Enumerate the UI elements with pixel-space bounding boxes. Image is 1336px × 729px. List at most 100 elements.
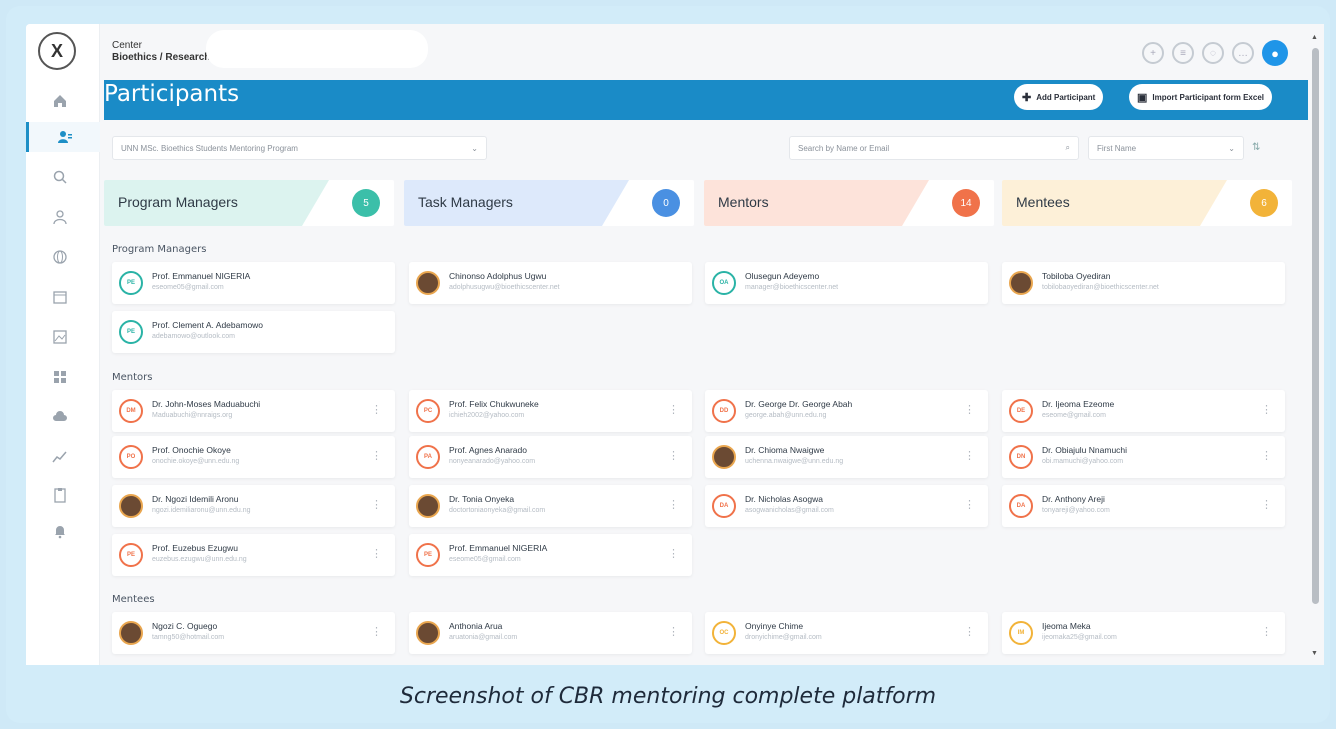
more-options-icon[interactable]: ⋮ (1261, 449, 1272, 462)
participant-name: Prof. Euzebus Ezugwu (152, 543, 238, 553)
stat-card[interactable]: Program Managers 5 (104, 180, 394, 226)
more-options-icon[interactable]: ⋮ (964, 498, 975, 511)
participant-card[interactable]: DN Dr. Obiajulu Nnamuchi obi.mamuchi@yahoo… (1002, 436, 1285, 478)
more-options-icon[interactable]: ⋮ (371, 625, 382, 638)
home-icon[interactable] (40, 86, 80, 116)
participant-card[interactable]: PA Prof. Agnes Anarado nonyeanarado@yahoo.… (409, 436, 692, 478)
participant-card[interactable]: PE Prof. Clement A. Adebamowo adebamowo@ou… (112, 311, 395, 353)
chevron-down-icon: ⌄ (471, 143, 478, 153)
scroll-down-icon[interactable]: ▼ (1311, 650, 1318, 657)
participant-card[interactable]: Chinonso Adolphus Ugwu adolphusugwu@bioet… (409, 262, 692, 304)
more-options-icon[interactable]: ⋮ (1261, 403, 1272, 416)
more-options-icon[interactable]: ⋮ (371, 403, 382, 416)
avatar (712, 445, 736, 469)
participants-icon[interactable] (26, 122, 100, 152)
participant-email: nonyeanarado@yahoo.com (449, 458, 536, 465)
more-options-icon[interactable]: ⋮ (371, 498, 382, 511)
scroll-thumb[interactable] (1312, 48, 1319, 604)
add-participant-label: Add Participant (1036, 92, 1096, 102)
cloud-icon[interactable] (40, 402, 80, 432)
participant-card[interactable]: Dr. Ngozi Idemili Aronu ngozi.idemiliaron… (112, 485, 395, 527)
more-options-icon[interactable]: ⋮ (668, 403, 679, 416)
scrollbar[interactable]: ▲ ▼ (1310, 34, 1320, 658)
participant-email: adolphusugwu@bioethicscenter.net (449, 284, 560, 291)
more-options-icon[interactable]: ⋮ (668, 547, 679, 560)
stat-card[interactable]: Mentees 6 (1002, 180, 1292, 226)
chat-icon[interactable]: … (1232, 42, 1254, 64)
participant-card[interactable]: PE Prof. Emmanuel NIGERIA eseome05@gmail.c… (409, 534, 692, 576)
more-options-icon[interactable]: ⋮ (964, 403, 975, 416)
stat-card[interactable]: Task Managers 0 (404, 180, 694, 226)
chart-icon[interactable] (40, 442, 80, 472)
participant-card[interactable]: Ngozi C. Oguego tamng50@hotmail.com ⋮ (112, 612, 395, 654)
participant-card[interactable]: DE Dr. Ijeoma Ezeome eseome@gmail.com ⋮ (1002, 390, 1285, 432)
brand-line1: Center (112, 40, 143, 51)
calendar-icon[interactable] (40, 282, 80, 312)
bell-circle-icon[interactable]: ◌ (1202, 42, 1224, 64)
brand-text: Center Bioethics / Research (112, 40, 210, 64)
participant-card[interactable]: PE Prof. Emmanuel NIGERIA eseome05@gmail.c… (112, 262, 395, 304)
participant-name: Ijeoma Meka (1042, 621, 1091, 631)
participant-email: Maduabuchi@nnraigs.org (152, 412, 233, 419)
participant-email: obi.mamuchi@yahoo.com (1042, 458, 1124, 465)
stat-card[interactable]: Mentors 14 (704, 180, 994, 226)
add-participant-button[interactable]: ✚ Add Participant (1014, 84, 1104, 110)
participant-card[interactable]: DM Dr. John-Moses Maduabuchi Maduabuchi@nn… (112, 390, 395, 432)
more-options-icon[interactable]: ⋮ (964, 625, 975, 638)
avatar (119, 621, 143, 645)
participant-card[interactable]: OA Olusegun Adeyemo manager@bioethicscente… (705, 262, 988, 304)
import-excel-button[interactable]: ▣ Import Participant form Excel (1129, 84, 1272, 110)
search-icon[interactable] (40, 162, 80, 192)
avatar (416, 271, 440, 295)
participant-card[interactable]: DA Dr. Nicholas Asogwa asogwanicholas@gmai… (705, 485, 988, 527)
clipboard-icon[interactable] (40, 480, 80, 510)
more-options-icon[interactable]: ⋮ (668, 625, 679, 638)
globe-icon[interactable] (40, 242, 80, 272)
participant-card[interactable]: PE Prof. Euzebus Ezugwu euzebus.ezugwu@unn… (112, 534, 395, 576)
participant-card[interactable]: Tobiloba Oyediran tobilobaoyediran@bioeth… (1002, 262, 1285, 304)
participant-email: tonyareji@yahoo.com (1042, 507, 1110, 514)
avatar: PE (119, 543, 143, 567)
more-options-icon[interactable]: ⋮ (1261, 625, 1272, 638)
participant-name: Prof. Clement A. Adebamowo (152, 320, 264, 330)
program-select[interactable]: UNN MSc. Bioethics Students Mentoring Pr… (112, 136, 487, 160)
participant-name: Olusegun Adeyemo (745, 271, 820, 281)
user-icon[interactable] (40, 202, 80, 232)
top-search-bar[interactable] (206, 30, 428, 68)
participant-card[interactable]: DD Dr. George Dr. George Abah george.abah@… (705, 390, 988, 432)
stat-card-label: Mentors (718, 194, 769, 210)
app-screen: X Center Bioethics / Research + ≡ ◌ … ● … (26, 24, 1324, 665)
logo[interactable]: X (38, 32, 76, 70)
participant-card[interactable]: OC Onyinye Chime dronyichime@gmail.com ⋮ (705, 612, 988, 654)
more-options-icon[interactable]: ⋮ (964, 449, 975, 462)
avatar: DD (712, 399, 736, 423)
section-title-mentors: Mentors (112, 372, 153, 383)
participant-card[interactable]: Dr. Tonia Onyeka doctortoniaonyeka@gmail.… (409, 485, 692, 527)
participant-name: Dr. Ngozi Idemili Aronu (152, 494, 239, 504)
more-options-icon[interactable]: ⋮ (1261, 498, 1272, 511)
grid-icon[interactable] (40, 362, 80, 392)
message-icon[interactable]: ≡ (1172, 42, 1194, 64)
more-options-icon[interactable]: ⋮ (668, 498, 679, 511)
gallery-icon[interactable] (40, 322, 80, 352)
plus-circle-icon[interactable]: + (1142, 42, 1164, 64)
avatar: DE (1009, 399, 1033, 423)
participant-card[interactable]: PC Prof. Felix Chukwuneke ichieh2002@yahoo… (409, 390, 692, 432)
more-options-icon[interactable]: ⋮ (371, 547, 382, 560)
bell-icon[interactable] (40, 516, 80, 546)
profile-icon[interactable]: ● (1262, 40, 1288, 66)
participant-name: Dr. Obiajulu Nnamuchi (1042, 445, 1128, 455)
sort-select[interactable]: First Name ⌄ (1088, 136, 1244, 160)
search-input[interactable]: Search by Name or Email ⌕ (789, 136, 1079, 160)
participant-card[interactable]: PO Prof. Onochie Okoye onochie.okoye@unn.e… (112, 436, 395, 478)
participant-name: Prof. Agnes Anarado (449, 445, 527, 455)
more-options-icon[interactable]: ⋮ (371, 449, 382, 462)
sort-order-icon[interactable]: ⇅ (1252, 142, 1260, 153)
participant-card[interactable]: IM Ijeoma Meka ijeomaka25@gmail.com ⋮ (1002, 612, 1285, 654)
scroll-up-icon[interactable]: ▲ (1311, 34, 1318, 41)
participant-card[interactable]: Dr. Chioma Nwaigwe uchenna.nwaigwe@unn.ed… (705, 436, 988, 478)
participant-card[interactable]: Anthonia Arua aruatonia@gmail.com ⋮ (409, 612, 692, 654)
participant-name: Dr. John-Moses Maduabuchi (152, 399, 261, 409)
participant-card[interactable]: DA Dr. Anthony Areji tonyareji@yahoo.com ⋮ (1002, 485, 1285, 527)
more-options-icon[interactable]: ⋮ (668, 449, 679, 462)
